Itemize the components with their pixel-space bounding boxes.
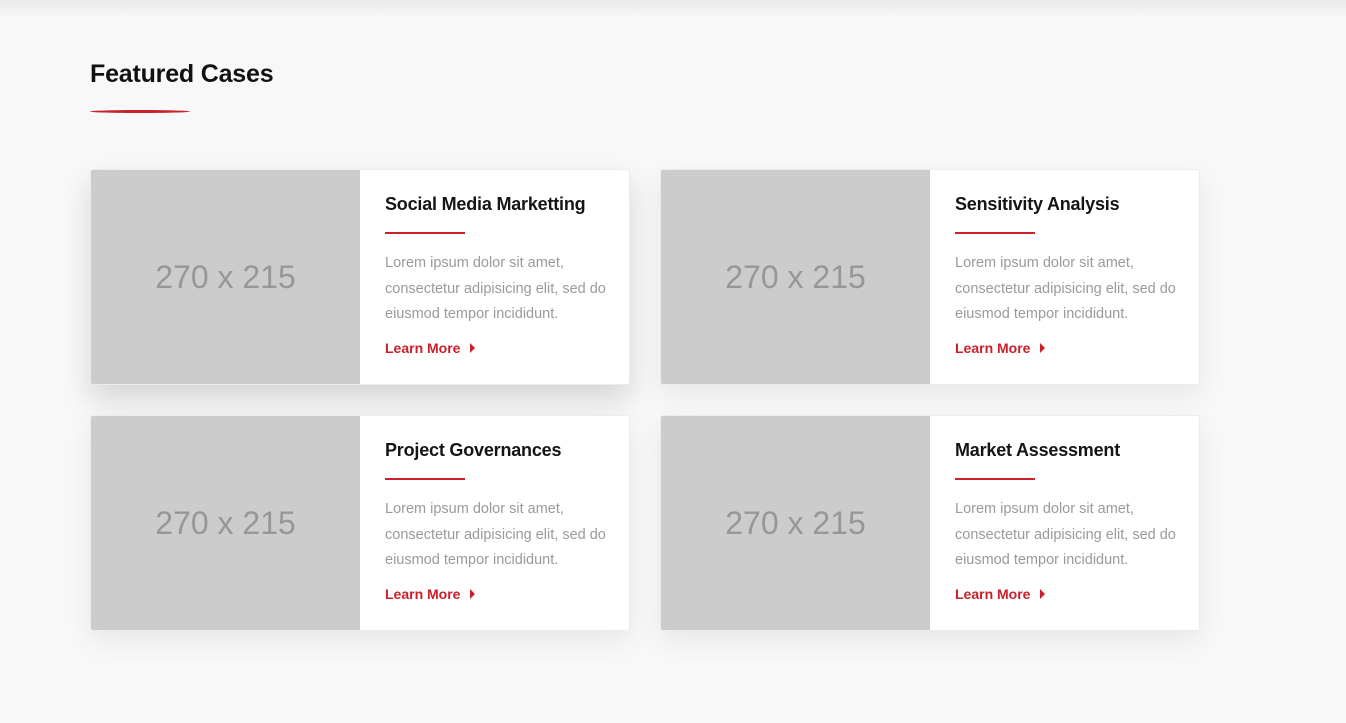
case-image-placeholder: 270 x 215 [91, 416, 360, 630]
card-description: Lorem ipsum dolor sit amet, consectetur … [385, 501, 606, 568]
title-underline [90, 110, 190, 113]
card-description: Lorem ipsum dolor sit amet, consectetur … [955, 501, 1176, 568]
card-title-underline [955, 478, 1035, 480]
card-title[interactable]: Sensitivity Analysis [955, 194, 1179, 215]
case-card-project-governances[interactable]: 270 x 215 Project Governances Lorem ipsu… [90, 415, 630, 631]
learn-more-link[interactable]: Learn More [385, 585, 476, 602]
image-placeholder-label: 270 x 215 [155, 504, 296, 541]
learn-more-label: Learn More [955, 339, 1031, 356]
learn-more-link[interactable]: Learn More [955, 585, 1046, 602]
card-description: Lorem ipsum dolor sit amet, consectetur … [955, 255, 1176, 322]
learn-more-label: Learn More [955, 585, 1031, 602]
card-body: Project Governances Lorem ipsum dolor si… [360, 416, 629, 630]
learn-more-label: Learn More [385, 585, 461, 602]
caret-right-icon [1040, 342, 1046, 353]
case-card-market-assessment[interactable]: 270 x 215 Market Assessment Lorem ipsum … [660, 415, 1200, 631]
card-title-underline [955, 232, 1035, 234]
learn-more-label: Learn More [385, 339, 461, 356]
card-title-underline [385, 478, 465, 480]
card-body: Social Media Marketting Lorem ipsum dolo… [360, 170, 629, 384]
case-card-social-media[interactable]: 270 x 215 Social Media Marketting Lorem … [90, 169, 630, 385]
card-title[interactable]: Market Assessment [955, 440, 1179, 461]
image-placeholder-label: 270 x 215 [155, 258, 296, 295]
header-shadow [0, 0, 1346, 18]
card-body: Market Assessment Lorem ipsum dolor sit … [930, 416, 1199, 630]
case-image-placeholder: 270 x 215 [91, 170, 360, 384]
learn-more-link[interactable]: Learn More [385, 339, 476, 356]
case-image-placeholder: 270 x 215 [661, 416, 930, 630]
case-image-placeholder: 270 x 215 [661, 170, 930, 384]
card-description: Lorem ipsum dolor sit amet, consectetur … [385, 255, 606, 322]
image-placeholder-label: 270 x 215 [725, 258, 866, 295]
caret-right-icon [1040, 588, 1046, 599]
caret-right-icon [470, 342, 476, 353]
caret-right-icon [470, 588, 476, 599]
case-card-sensitivity-analysis[interactable]: 270 x 215 Sensitivity Analysis Lorem ips… [660, 169, 1200, 385]
learn-more-link[interactable]: Learn More [955, 339, 1046, 356]
card-title-underline [385, 232, 465, 234]
image-placeholder-label: 270 x 215 [725, 504, 866, 541]
card-title[interactable]: Project Governances [385, 440, 609, 461]
card-body: Sensitivity Analysis Lorem ipsum dolor s… [930, 170, 1199, 384]
card-title[interactable]: Social Media Marketting [385, 194, 609, 215]
section-title: Featured Cases [90, 60, 274, 88]
